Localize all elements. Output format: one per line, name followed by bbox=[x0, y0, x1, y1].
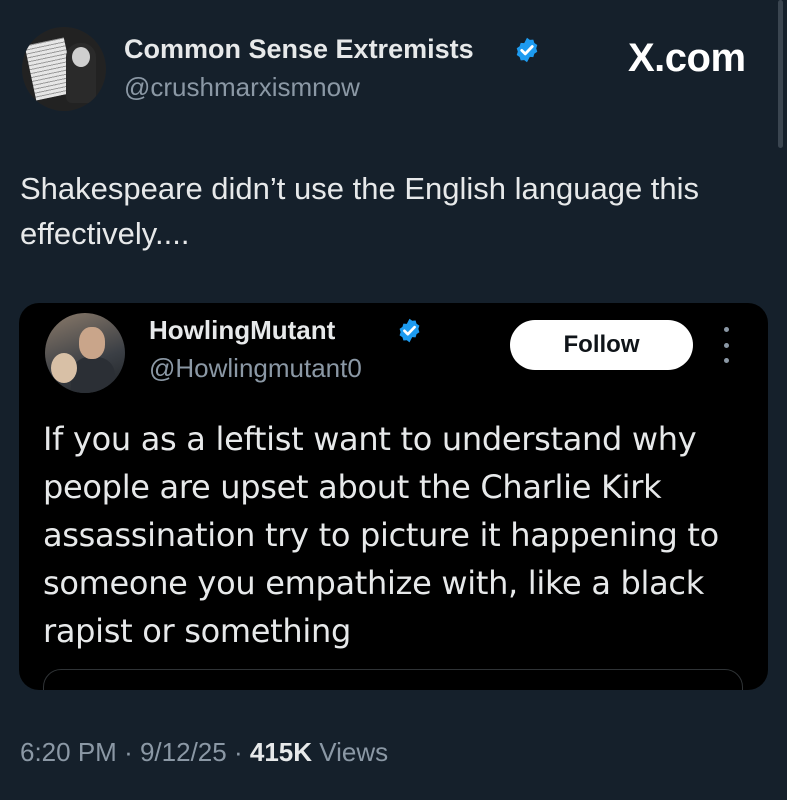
post: Common Sense Extremists @crushmarxismnow… bbox=[0, 0, 787, 800]
follow-button[interactable]: Follow bbox=[510, 320, 693, 370]
author-avatar[interactable] bbox=[22, 27, 106, 111]
more-dot bbox=[723, 327, 729, 332]
more-dot bbox=[723, 342, 729, 348]
quoted-post-card[interactable]: HowlingMutant @Howlingmutant0 Follow If … bbox=[19, 303, 768, 690]
views-count: 415K bbox=[249, 737, 313, 767]
more-options-icon[interactable] bbox=[719, 327, 733, 363]
views-label: Views bbox=[319, 737, 389, 767]
post-text: Shakespeare didn’t use the English langu… bbox=[20, 171, 700, 251]
post-date[interactable]: 9/12/25 bbox=[140, 737, 227, 767]
verified-badge-icon bbox=[399, 318, 420, 343]
quoted-handle[interactable]: @Howlingmutant0 bbox=[149, 353, 362, 384]
quoted-post-text: If you as a leftist want to understand w… bbox=[43, 420, 719, 650]
post-time[interactable]: 6:20 PM bbox=[20, 737, 117, 767]
quoted-display-name[interactable]: HowlingMutant bbox=[149, 315, 335, 346]
scrollbar[interactable] bbox=[778, 0, 783, 148]
verified-badge-icon bbox=[516, 37, 538, 63]
avatar-body bbox=[71, 357, 115, 393]
more-dot bbox=[723, 358, 729, 363]
quoted-media-preview[interactable] bbox=[43, 669, 743, 690]
avatar-child bbox=[51, 353, 77, 383]
avatar-face bbox=[72, 47, 90, 67]
quoted-author-avatar[interactable] bbox=[45, 313, 125, 393]
meta-separator: · bbox=[124, 737, 133, 767]
post-meta: 6:20 PM · 9/12/25 · 415K Views bbox=[20, 737, 388, 768]
author-display-name[interactable]: Common Sense Extremists bbox=[124, 34, 474, 65]
author-handle[interactable]: @crushmarxismnow bbox=[124, 72, 360, 103]
brand-watermark: X.com bbox=[628, 36, 746, 80]
meta-separator: · bbox=[233, 737, 243, 767]
avatar-head bbox=[79, 327, 105, 359]
